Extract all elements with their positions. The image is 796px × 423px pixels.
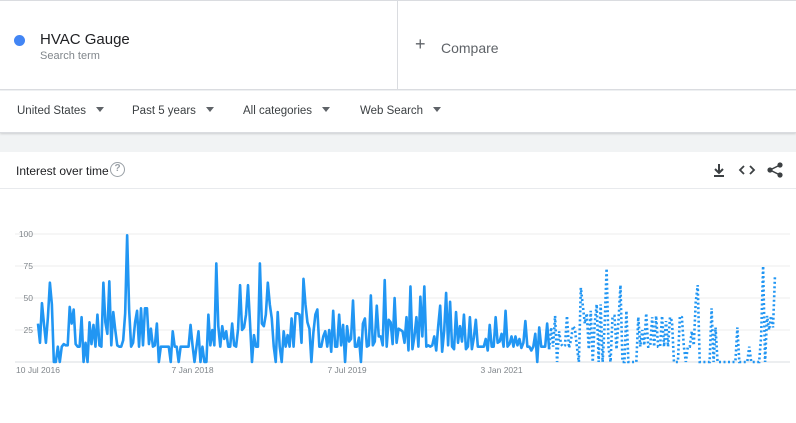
caret-down-icon — [433, 107, 442, 112]
y-tick-label: 25 — [24, 325, 34, 335]
caret-down-icon — [96, 107, 105, 112]
compare-button[interactable]: + Compare — [398, 1, 796, 90]
search-term-card[interactable]: HVAC Gauge Search term — [0, 1, 398, 90]
x-tick-label: 10 Jul 2016 — [16, 365, 60, 375]
plus-icon: + — [415, 34, 426, 54]
series-line-partial — [547, 265, 777, 364]
filter-bar: United States Past 5 years All categorie… — [0, 91, 796, 133]
x-tick-label: 3 Jan 2021 — [481, 365, 523, 375]
x-tick-label: 7 Jul 2019 — [327, 365, 366, 375]
search-type-label: Web Search — [360, 105, 424, 117]
time-range-dropdown[interactable]: Past 5 years — [132, 105, 214, 117]
caret-down-icon — [322, 107, 331, 112]
caret-down-icon — [205, 107, 214, 112]
category-dropdown[interactable]: All categories — [243, 105, 331, 117]
search-bar: HVAC Gauge Search term + Compare — [0, 0, 796, 90]
compare-label: Compare — [441, 40, 499, 56]
search-term-name[interactable]: HVAC Gauge — [40, 31, 130, 48]
region-label: United States — [17, 105, 87, 117]
search-type-dropdown[interactable]: Web Search — [360, 105, 442, 117]
y-tick-label: 50 — [24, 293, 34, 303]
region-dropdown[interactable]: United States — [17, 105, 105, 117]
time-range-label: Past 5 years — [132, 105, 196, 117]
interest-over-time-card: Interest over time ? 25 50 75 100 10 Jul 201… — [0, 152, 796, 423]
x-tick-label: 7 Jan 2018 — [171, 365, 213, 375]
category-label: All categories — [243, 105, 313, 117]
term-color-dot — [14, 35, 25, 46]
y-tick-label: 75 — [24, 261, 34, 271]
search-term-type: Search term — [40, 50, 100, 62]
interest-chart[interactable]: 25 50 75 100 10 Jul 2016 7 Jan 2018 7 Jul 2019… — [0, 152, 796, 423]
y-tick-label: 100 — [19, 229, 33, 239]
series-line — [36, 233, 551, 364]
